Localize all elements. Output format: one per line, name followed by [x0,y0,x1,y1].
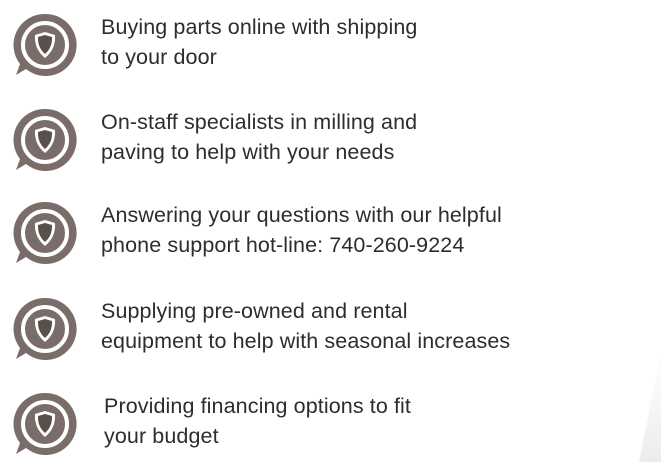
shield-speech-bubble-icon [12,296,78,362]
feature-text: Providing financing options to fit your … [104,391,661,451]
shield-speech-bubble-icon [12,12,78,78]
shield-speech-bubble-icon [12,391,78,457]
feature-line-2: equipment to help with seasonal increase… [101,329,511,353]
feature-text: Supplying pre-owned and rental equipment… [101,296,661,356]
feature-item-phone-support: Answering your questions with our helpfu… [12,192,652,268]
shield-speech-bubble-icon [12,107,78,173]
feature-item-financing: Providing financing options to fit your … [12,383,652,459]
feature-list: Buying parts online with shipping to you… [0,0,661,462]
feature-line-2: phone support hot-line: 740-260-9224 [101,233,465,257]
feature-item-rental-equipment: Supplying pre-owned and rental equipment… [12,288,652,364]
feature-text: Buying parts online with shipping to you… [101,12,661,72]
feature-item-specialists: On-staff specialists in milling and pavi… [12,99,652,175]
feature-line-1: Answering your questions with our helpfu… [101,203,502,227]
feature-line-1: On-staff specialists in milling and [101,110,418,134]
feature-line-2: paving to help with your needs [101,140,395,164]
feature-line-1: Buying parts online with shipping [101,15,418,39]
feature-item-online-parts: Buying parts online with shipping to you… [12,4,652,80]
feature-text: On-staff specialists in milling and pavi… [101,107,661,167]
feature-line-1: Supplying pre-owned and rental [101,299,408,323]
feature-line-2: to your door [101,45,217,69]
feature-text: Answering your questions with our helpfu… [101,200,661,260]
feature-line-2: your budget [104,424,219,448]
feature-line-1: Providing financing options to fit [104,394,411,418]
shield-speech-bubble-icon [12,200,78,266]
